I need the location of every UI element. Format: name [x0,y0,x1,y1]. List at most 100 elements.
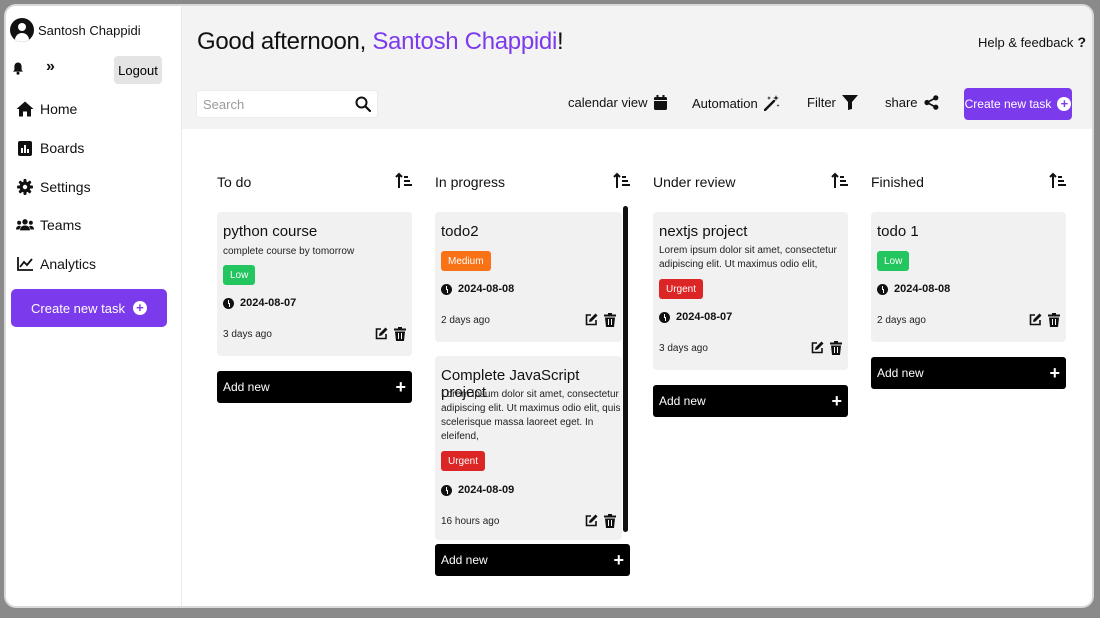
priority-badge: Low [877,251,910,271]
task-description: Lorem ipsum dolor sit amet, consectetur … [441,389,621,442]
header: Good afternoon, Santosh Chappidi! Help &… [182,6,1092,129]
due-date: 2024-08-08 [877,283,950,295]
share-button[interactable]: share [885,95,939,110]
chart-icon [16,139,34,157]
add-new-button[interactable]: Add new + [871,357,1066,389]
users-icon [16,216,34,234]
sidebar-item-home[interactable]: Home [16,100,77,118]
edit-icon[interactable] [585,313,598,326]
task-card[interactable]: python course complete course by tomorro… [217,212,412,356]
gear-icon [16,178,34,196]
due-date-value: 2024-08-09 [458,484,515,496]
card-actions [585,313,616,327]
logout-button[interactable]: Logout [114,56,162,84]
sidebar-create-task-button[interactable]: Create new task + [11,289,167,327]
home-icon [16,100,34,118]
sidebar-item-teams[interactable]: Teams [16,216,81,234]
task-title: todo 1 [877,223,919,240]
created-ago: 2 days ago [877,315,926,326]
due-date: 2024-08-09 [441,484,514,496]
kanban-board: To do python course complete course by t… [182,129,1092,606]
sort-icon[interactable] [613,172,631,190]
sort-icon[interactable] [831,172,849,190]
priority-badge: Low [223,265,256,285]
plus-icon: + [831,390,842,411]
task-card[interactable]: nextjs project Lorem ipsum dolor sit ame… [653,212,848,370]
column-title: Finished [871,174,924,190]
card-actions [375,327,406,341]
edit-icon[interactable] [1029,313,1042,326]
trash-icon[interactable] [1048,313,1060,327]
question-icon: ? [1077,34,1086,50]
task-description: complete course by tomorrow [223,246,355,257]
trash-icon[interactable] [604,313,616,327]
created-ago: 16 hours ago [441,516,500,527]
column-header: Under review [653,172,849,194]
task-description: Lorem ipsum dolor sit amet, consectetur … [659,245,837,270]
priority-badge: Urgent [441,451,486,471]
card-actions [585,514,616,528]
add-new-label: Add new [659,394,706,408]
sidebar-tools: » Logout [10,56,162,86]
edit-icon[interactable] [375,327,388,340]
due-date: 2024-08-07 [659,311,732,323]
plus-icon: + [1049,362,1060,383]
sort-icon[interactable] [1049,172,1067,190]
bell-icon[interactable] [12,62,24,75]
search-input[interactable] [197,91,377,117]
calendar-view-button[interactable]: calendar view [568,95,667,110]
due-date-value: 2024-08-07 [240,297,297,309]
magic-wand-icon [763,95,780,111]
task-card[interactable]: todo2 Medium 2024-08-08 2 days ago [435,212,622,342]
due-date-value: 2024-08-08 [458,283,515,295]
user-profile[interactable]: Santosh Chappidi [10,18,141,42]
due-date-value: 2024-08-07 [676,311,733,323]
column-title: To do [217,174,252,190]
trash-icon[interactable] [394,327,406,341]
trash-icon[interactable] [830,341,842,355]
filter-icon [841,95,858,110]
clock-icon [877,283,888,295]
trash-icon[interactable] [604,514,616,528]
task-card[interactable]: todo 1 Low 2024-08-08 2 days ago [871,212,1066,342]
help-feedback-link[interactable]: Help & feedback ? [978,34,1086,50]
edit-icon[interactable] [585,514,598,527]
sidebar-item-analytics[interactable]: Analytics [16,255,96,273]
plus-icon: + [395,376,406,397]
priority-badge: Medium [441,251,491,271]
create-task-label: Create new task [964,97,1052,111]
automation-button[interactable]: Automation [692,95,780,111]
card-actions [1029,313,1060,327]
avatar [10,18,34,42]
calendar-view-label: calendar view [568,95,648,110]
task-title: python course [223,223,318,240]
add-new-button[interactable]: Add new + [435,544,630,576]
search-icon[interactable] [355,96,371,112]
share-icon [923,95,938,110]
clock-icon [223,297,234,309]
sidebar-item-label: Boards [40,140,85,156]
sort-icon[interactable] [395,172,413,190]
task-card[interactable]: Complete JavaScript project Lorem ipsum … [435,356,622,540]
sidebar-item-boards[interactable]: Boards [16,139,84,157]
sidebar-item-settings[interactable]: Settings [16,178,91,196]
task-title: nextjs project [659,223,748,240]
column-scrollbar[interactable] [623,206,628,532]
sidebar-item-label: Analytics [40,256,97,272]
header-create-task-button[interactable]: Create new task + [964,88,1072,120]
app-window: Santosh Chappidi » Logout Home Boards Se… [6,6,1092,606]
priority-badge: Urgent [659,279,704,299]
created-ago: 3 days ago [223,329,272,340]
expand-chevron-icon[interactable]: » [46,58,55,76]
plus-circle-icon: + [1057,97,1072,111]
filter-button[interactable]: Filter [807,95,858,110]
analytics-icon [16,255,34,273]
add-new-label: Add new [441,553,488,567]
add-new-button[interactable]: Add new + [653,385,848,417]
sidebar-item-label: Teams [40,217,82,233]
edit-icon[interactable] [811,341,824,354]
add-new-button[interactable]: Add new + [217,371,412,403]
plus-icon: + [613,549,624,570]
column-title: In progress [435,174,506,190]
share-label: share [885,95,918,110]
